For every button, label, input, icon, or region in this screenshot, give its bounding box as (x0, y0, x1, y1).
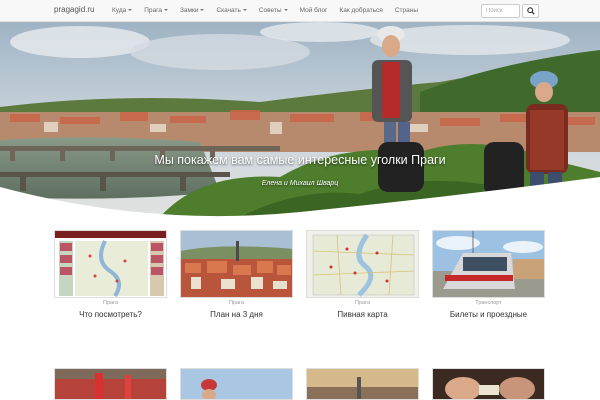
card-row2-4[interactable] (432, 368, 545, 400)
hero-title: Мы покажем вам самые интересные уголки П… (154, 153, 446, 167)
caret-down-icon (200, 9, 205, 11)
card-row2-2[interactable] (180, 368, 293, 400)
hero-banner: Мы покажем вам самые интересные уголки П… (0, 22, 600, 217)
card-title[interactable]: План на 3 дня (180, 310, 293, 319)
card-thumbnail[interactable] (306, 230, 419, 298)
caret-down-icon (283, 9, 288, 11)
navbar: pragagid.ru Куда Прага Замки Скачать Сов… (0, 0, 600, 22)
search-button[interactable] (522, 4, 539, 18)
card-title[interactable]: Что посмотреть? (54, 310, 167, 319)
search-icon (526, 7, 535, 15)
brand-logo[interactable]: pragagid.ru (54, 5, 94, 14)
hero-photo (0, 22, 600, 217)
card-pivnaya-karta[interactable]: Прага Пивная карта (306, 230, 419, 330)
menu-item-sovety[interactable]: Советы (253, 0, 294, 22)
card-title[interactable]: Билеты и проездные (432, 310, 545, 319)
card-thumbnail[interactable] (54, 230, 167, 298)
caret-down-icon (128, 9, 133, 11)
search-input[interactable] (481, 4, 520, 18)
caret-down-icon (163, 9, 168, 11)
caret-down-icon (242, 9, 247, 11)
hero-subtitle: Елена и Михаил Шварц (261, 180, 339, 187)
card-plan-3-dnya[interactable]: Прага План на 3 дня (180, 230, 293, 330)
menu-item-kak-dobratsya[interactable]: Как добраться (333, 0, 388, 22)
menu-item-blog[interactable]: Мой блог (294, 0, 334, 22)
card-thumbnail[interactable] (432, 230, 545, 298)
card-title[interactable]: Пивная карта (306, 310, 419, 319)
card-grid: Прага Что посмотреть? Прага План на 3 дн… (54, 230, 546, 330)
menu-item-zamki[interactable]: Замки (174, 0, 210, 22)
menu-item-strany[interactable]: Страны (389, 0, 424, 22)
menu-item-skachat[interactable]: Скачать (210, 0, 252, 22)
card-thumbnail[interactable] (180, 230, 293, 298)
card-row2-1[interactable] (54, 368, 167, 400)
card-category: Транспорт (475, 300, 502, 306)
card-category: Прага (102, 300, 118, 306)
card-row2-3[interactable] (306, 368, 419, 400)
card-category: Прага (354, 300, 370, 306)
card-bilety[interactable]: Транспорт Билеты и проездные (432, 230, 545, 330)
card-category: Прага (228, 300, 244, 306)
main-menu: Куда Прага Замки Скачать Советы Мой блог… (106, 0, 424, 22)
menu-item-praga[interactable]: Прага (138, 0, 174, 22)
menu-item-kuda[interactable]: Куда (106, 0, 138, 22)
card-chto-posmotret[interactable]: Прага Что посмотреть? (54, 230, 167, 330)
